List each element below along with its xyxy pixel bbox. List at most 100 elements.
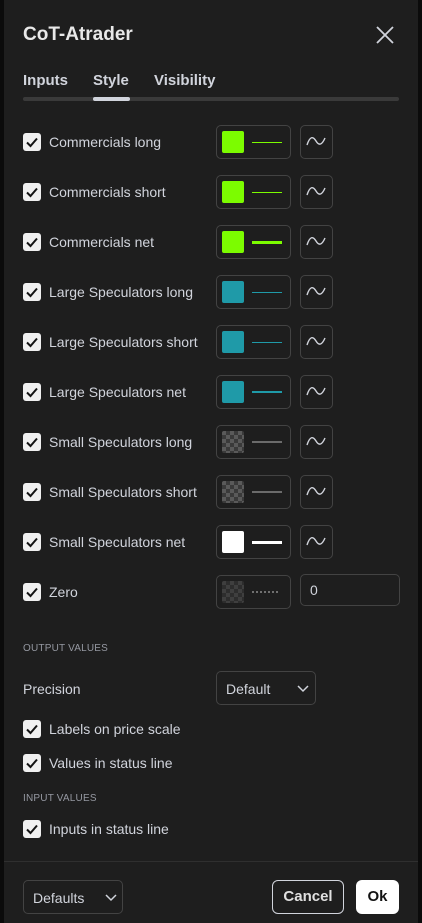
labels-on-price-scale-label: Labels on price scale [49, 721, 181, 737]
defaults-select[interactable]: Defaults [23, 880, 123, 914]
line-plot-icon [306, 236, 326, 246]
checkmark-icon [26, 237, 38, 248]
plot-type-button[interactable] [300, 275, 333, 309]
inputs-in-status-line-row: Inputs in status line [4, 811, 418, 847]
plot-row: Small Speculators long [4, 424, 418, 460]
plot-color-swatch [222, 181, 244, 203]
checkmark-icon [26, 587, 38, 598]
plot-checkbox[interactable] [23, 283, 41, 301]
plot-checkbox[interactable] [23, 133, 41, 151]
checkmark-icon [26, 537, 38, 548]
checkmark-icon [26, 758, 38, 769]
plot-row: Large Speculators short [4, 324, 418, 360]
plot-color-swatch [222, 481, 244, 503]
tab-visibility[interactable]: Visibility [154, 72, 215, 89]
plot-line-sample [252, 491, 282, 493]
plot-checkbox[interactable] [23, 233, 41, 251]
plot-checkbox[interactable] [23, 483, 41, 501]
line-plot-icon [306, 136, 326, 146]
plot-style-button[interactable] [216, 125, 291, 159]
line-plot-icon [306, 486, 326, 496]
plot-style-button[interactable] [216, 425, 291, 459]
footer-divider [4, 861, 418, 862]
checkmark-icon [26, 387, 38, 398]
zero-value-input[interactable]: 0 [300, 574, 400, 606]
plot-row: Commercials long [4, 124, 418, 160]
plot-color-swatch [222, 131, 244, 153]
inputs-in-status-line-checkbox[interactable] [23, 820, 41, 838]
plot-style-button[interactable] [216, 375, 291, 409]
tab-underline [23, 97, 399, 101]
plot-line-sample [252, 441, 282, 443]
checkmark-icon [26, 724, 38, 735]
plot-row: Large Speculators net [4, 374, 418, 410]
plot-line-sample [252, 342, 282, 343]
plot-row: Small Speculators net [4, 524, 418, 560]
plot-checkbox[interactable] [23, 383, 41, 401]
checkmark-icon [26, 137, 38, 148]
plot-label: Small Speculators net [49, 534, 186, 550]
plot-style-button[interactable] [216, 325, 291, 359]
plot-checkbox[interactable] [23, 533, 41, 551]
precision-label: Precision [23, 681, 81, 697]
plot-label: Commercials short [49, 184, 166, 200]
line-plot-icon [306, 336, 326, 346]
plot-style-button[interactable] [216, 475, 291, 509]
chevron-down-icon [105, 894, 117, 902]
checkmark-icon [26, 824, 38, 835]
plot-row-zero: Zero 0 [4, 574, 418, 610]
plot-row: Commercials net [4, 224, 418, 260]
ok-button[interactable]: Ok [356, 880, 399, 914]
line-plot-icon [306, 436, 326, 446]
zero-checkbox[interactable] [23, 583, 41, 601]
precision-select[interactable]: Default [216, 671, 316, 705]
plot-style-button[interactable] [216, 275, 291, 309]
plot-type-button[interactable] [300, 325, 333, 359]
plot-type-button[interactable] [300, 525, 333, 559]
plot-checkbox[interactable] [23, 333, 41, 351]
zero-line-sample [252, 591, 278, 593]
tab-style[interactable]: Style [93, 72, 129, 89]
close-icon[interactable] [374, 24, 396, 46]
input-values-heading: INPUT VALUES [23, 793, 97, 804]
plot-label: Small Speculators short [49, 484, 197, 500]
dialog-title: CoT-Atrader [23, 24, 133, 45]
plot-style-button[interactable] [216, 175, 291, 209]
plot-type-button[interactable] [300, 425, 333, 459]
plot-style-button[interactable] [216, 525, 291, 559]
plot-type-button[interactable] [300, 125, 333, 159]
zero-style-button[interactable] [216, 575, 291, 609]
checkmark-icon [26, 337, 38, 348]
tab-inputs[interactable]: Inputs [23, 72, 68, 89]
plot-type-button[interactable] [300, 175, 333, 209]
plot-color-swatch [222, 381, 244, 403]
precision-value: Default [226, 681, 271, 697]
chart-background-right [418, 0, 422, 923]
plot-type-button[interactable] [300, 475, 333, 509]
plot-checkbox[interactable] [23, 433, 41, 451]
checkmark-icon [26, 437, 38, 448]
values-in-status-line-checkbox[interactable] [23, 754, 41, 772]
plot-checkbox[interactable] [23, 183, 41, 201]
plot-line-sample [252, 142, 282, 143]
plot-type-button[interactable] [300, 375, 333, 409]
zero-color-swatch [222, 581, 244, 603]
plot-label: Commercials net [49, 234, 155, 250]
plot-style-button[interactable] [216, 225, 291, 259]
plot-label: Small Speculators long [49, 434, 193, 450]
tab-active-indicator [93, 97, 130, 101]
plot-color-swatch [222, 431, 244, 453]
plot-line-sample [252, 292, 282, 293]
line-plot-icon [306, 286, 326, 296]
plot-type-button[interactable] [300, 225, 333, 259]
values-in-status-line-row: Values in status line [4, 745, 418, 781]
plot-row: Large Speculators long [4, 274, 418, 310]
defaults-label: Defaults [33, 890, 85, 906]
plot-color-swatch [222, 331, 244, 353]
cancel-button[interactable]: Cancel [272, 880, 344, 914]
inputs-in-status-line-label: Inputs in status line [49, 821, 169, 837]
labels-on-price-scale-checkbox[interactable] [23, 720, 41, 738]
plot-label: Large Speculators long [49, 284, 193, 300]
values-in-status-line-label: Values in status line [49, 755, 173, 771]
plot-color-swatch [222, 231, 244, 253]
